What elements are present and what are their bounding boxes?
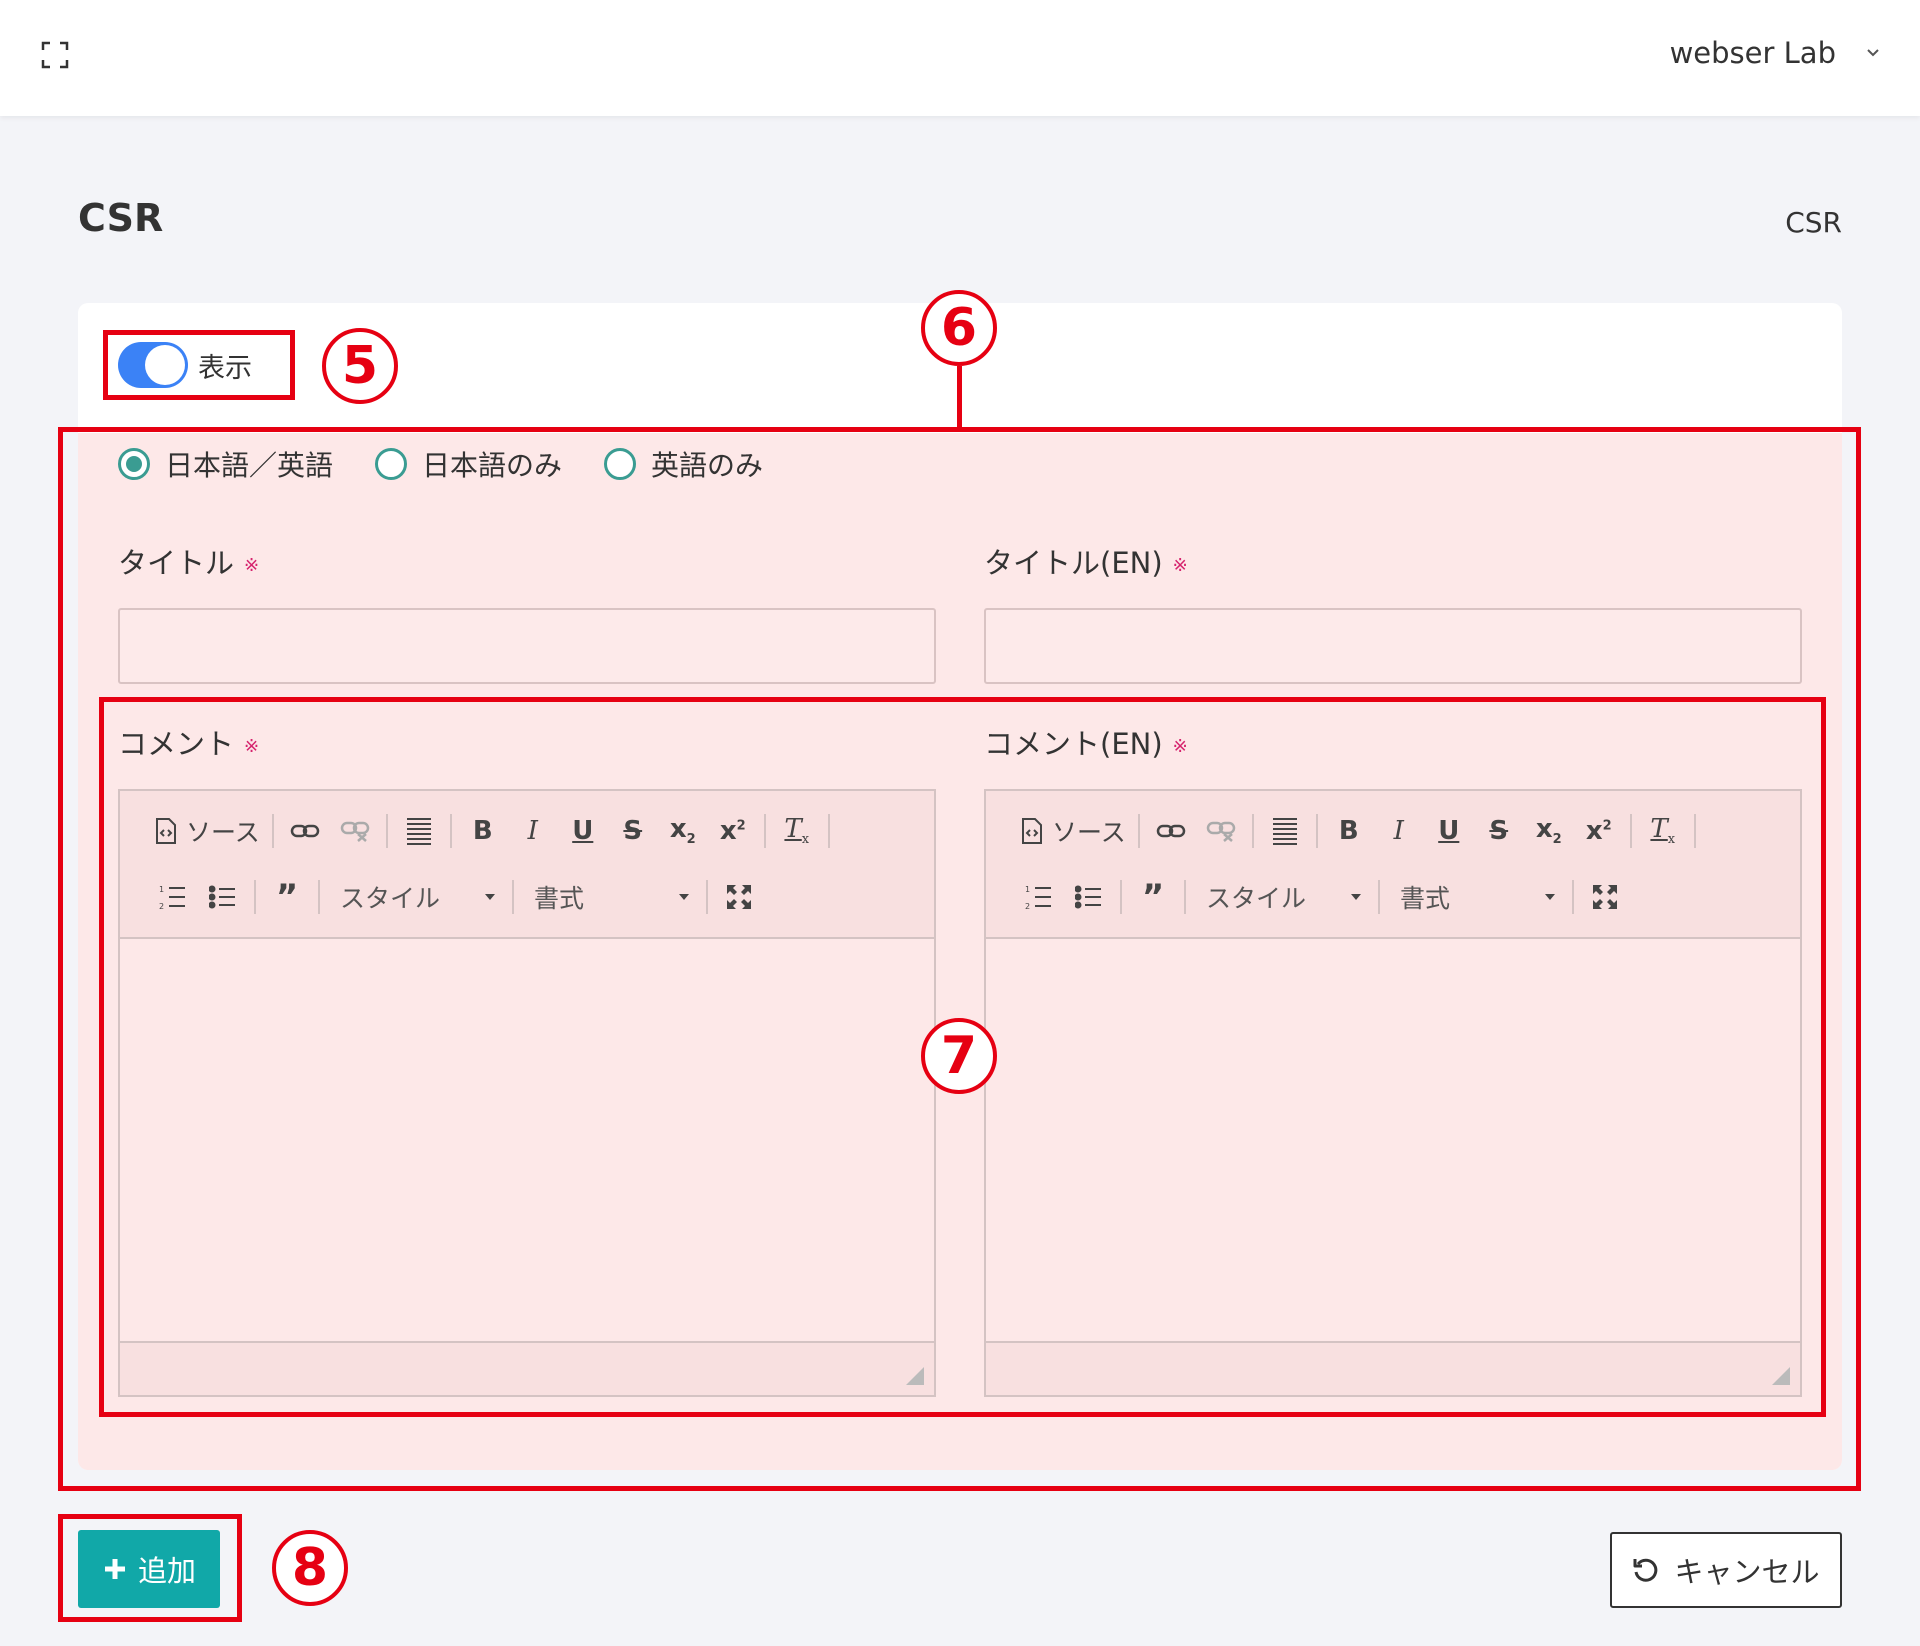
- callout-connector-6: [957, 366, 962, 428]
- callout-number-5: 5: [322, 328, 398, 404]
- page-title: CSR: [78, 196, 164, 240]
- chevron-down-icon: [1867, 49, 1879, 57]
- user-menu[interactable]: webser Lab: [1670, 36, 1880, 70]
- callout-number-6: 6: [921, 290, 997, 366]
- breadcrumb[interactable]: CSR: [1785, 206, 1842, 239]
- callout-box-8: [58, 1514, 242, 1622]
- top-bar: webser Lab: [0, 0, 1920, 116]
- undo-icon: [1633, 1558, 1658, 1582]
- cancel-button-label: キャンセル: [1674, 1555, 1820, 1589]
- callout-number-7: 7: [921, 1018, 997, 1094]
- cancel-button[interactable]: キャンセル: [1610, 1532, 1842, 1608]
- fullscreen-icon[interactable]: [40, 40, 70, 70]
- callout-box-5: [103, 330, 295, 400]
- user-name: webser Lab: [1669, 36, 1836, 70]
- callout-number-8: 8: [272, 1530, 348, 1606]
